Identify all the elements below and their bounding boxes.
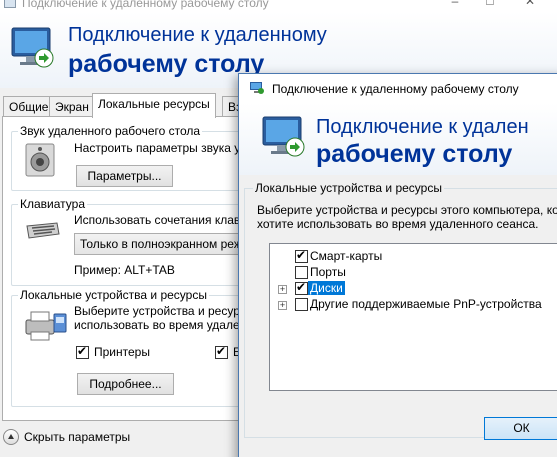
checkmark-icon: ✔ (296, 280, 307, 294)
clipboard-checkbox[interactable]: ✔ (215, 344, 228, 359)
remote-desktop-icon (262, 116, 305, 157)
app-icon (4, 0, 16, 8)
title-bar: Подключение к удаленному рабочему столу … (0, 0, 557, 12)
dialog-title-bar: Подключение к удаленному рабочему столу (239, 74, 557, 103)
pnp-checkbox[interactable] (295, 298, 308, 311)
local-devices-description-2: использовать во время удаленн (74, 318, 253, 332)
drives-label: Диски (308, 281, 345, 295)
dialog-banner: Подключение к удален рабочему столу (239, 103, 557, 175)
keyboard-description: Использовать сочетания клавиш (74, 213, 257, 227)
speaker-icon (25, 143, 55, 177)
device-tree: ✔ Смарт-карты Порты + ✔ Диски + Другие п… (269, 243, 557, 391)
keyboard-icon (26, 222, 60, 239)
collapse-arrow-icon[interactable] (3, 429, 19, 445)
ok-button[interactable]: ОК (484, 417, 557, 440)
printers-label: Принтеры (94, 345, 150, 359)
sound-group-label: Звук удаленного рабочего стола (18, 124, 203, 138)
dialog-banner-line2: рабочему столу (316, 140, 513, 168)
maximize-icon[interactable]: □ (475, 0, 505, 8)
tab-display[interactable]: Экран (49, 96, 95, 117)
app-icon (250, 82, 264, 94)
expand-plus-icon[interactable]: + (278, 301, 287, 310)
window-title: Подключение к удаленному рабочему столу (22, 0, 269, 10)
banner-title-line2: рабочему столу (68, 50, 265, 78)
more-button[interactable]: Подробнее... (77, 373, 174, 395)
ports-label: Порты (310, 265, 346, 279)
checkmark-icon: ✔ (77, 344, 88, 358)
remote-desktop-icon (11, 27, 54, 68)
keyboard-mode-select[interactable]: Только в полноэкранном режим (74, 233, 254, 255)
local-devices-dialog: Подключение к удаленному рабочему столу … (238, 73, 557, 457)
dialog-title: Подключение к удаленному рабочему столу (272, 82, 519, 96)
ports-checkbox[interactable] (295, 266, 308, 279)
dialog-banner-line1: Подключение к удален (316, 116, 529, 138)
tab-general[interactable]: Общие (3, 96, 55, 117)
dialog-body: Локальные устройства и ресурсы Выберите … (244, 181, 557, 454)
tab-local-resources[interactable]: Локальные ресурсы (92, 93, 216, 118)
printers-checkbox[interactable]: ✔ (76, 344, 89, 359)
dialog-group-label: Локальные устройства и ресурсы (253, 181, 444, 195)
sound-settings-button[interactable]: Параметры... (76, 165, 173, 187)
minimize-icon[interactable]: – (440, 0, 470, 8)
expand-plus-icon[interactable]: + (278, 285, 287, 294)
smartcards-checkbox[interactable]: ✔ (295, 248, 308, 263)
keyboard-group-label: Клавиатура (18, 197, 87, 211)
keyboard-example: Пример: ALT+TAB (74, 263, 175, 277)
local-devices-description-1: Выберите устройства и ресурсы (74, 304, 255, 318)
dialog-description-2: хотите использовать во время удаленного … (257, 217, 539, 231)
printer-devices-icon (25, 311, 67, 341)
checkmark-icon: ✔ (296, 248, 307, 262)
drives-checkbox[interactable]: ✔ (295, 280, 308, 295)
checkmark-icon: ✔ (216, 344, 227, 358)
banner-title-line1: Подключение к удаленному (68, 24, 327, 46)
dialog-local-devices-group: Локальные устройства и ресурсы Выберите … (244, 181, 557, 438)
hide-options-link[interactable]: Скрыть параметры (24, 430, 130, 444)
sound-description: Настроить параметры звука уда (74, 141, 254, 155)
pnp-label: Другие поддерживаемые PnP-устройства (310, 297, 542, 311)
close-icon[interactable]: ✕ (515, 0, 545, 8)
dialog-description-1: Выберите устройства и ресурсы этого комп… (257, 203, 557, 217)
smartcards-label: Смарт-карты (310, 249, 383, 263)
local-devices-group-label: Локальные устройства и ресурсы (18, 288, 209, 302)
